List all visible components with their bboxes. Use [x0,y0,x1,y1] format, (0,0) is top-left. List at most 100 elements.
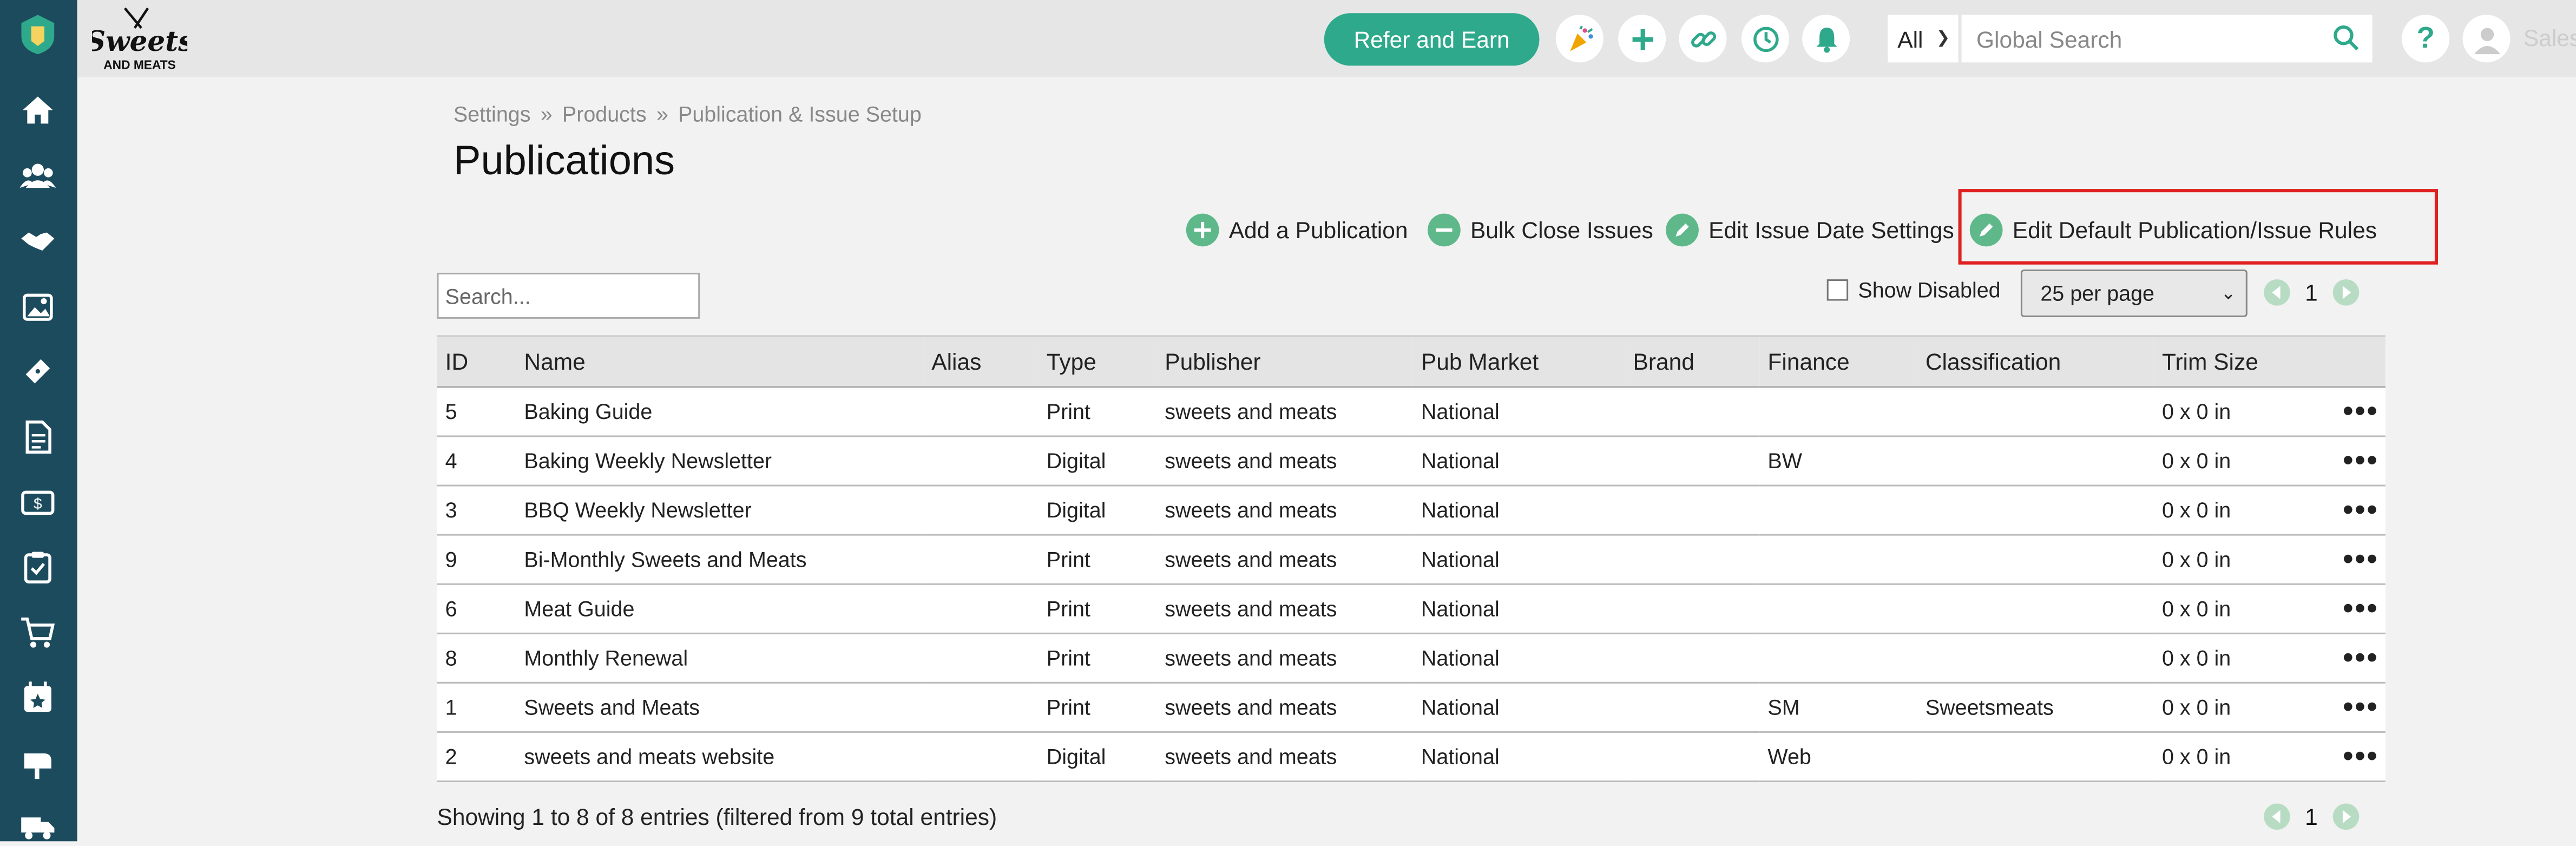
breadcrumb-products[interactable]: Products [562,102,647,127]
table-row[interactable]: 6 Meat Guide Print sweets and meats National… [437,584,2386,634]
row-menu-icon[interactable]: ••• [2323,584,2386,634]
table-row[interactable]: 4 Baking Weekly Newsletter Digital sweets a… [437,436,2386,487]
search-scope-select[interactable]: All ❯ [1888,15,1959,63]
finance-icon[interactable]: $ [18,483,57,522]
next-page-icon[interactable] [2332,803,2359,830]
row-menu-icon[interactable]: ••• [2323,535,2386,585]
cell-classification [1917,486,2154,536]
handshake-icon[interactable] [18,222,57,261]
cell-publisher: sweets and meats [1156,732,1413,782]
add-publication-label: Add a Publication [1228,217,1408,244]
column-header-publisher[interactable]: Publisher [1156,335,1413,388]
minus-circle-icon [1428,213,1461,247]
brand-logo[interactable]: Sweets AND MEATS [92,5,187,74]
table-row[interactable]: 9 Bi-Monthly Sweets and Meats Print sweets … [437,535,2386,585]
cell-name: Bi-Monthly Sweets and Meats [516,535,924,585]
per-page-select[interactable]: 25 per page ⌄ [2020,269,2248,317]
bulk-close-issues-button[interactable]: Bulk Close Issues [1428,213,1653,247]
cell-pub-market: National [1412,386,1625,437]
brand-top-text: Sweets [92,25,187,58]
cell-classification [1917,436,2154,487]
cell-alias [923,535,1039,585]
user-avatar[interactable] [2462,15,2511,63]
clipboard-check-icon[interactable] [18,547,57,587]
column-header-id[interactable]: ID [437,335,516,388]
row-menu-icon[interactable]: ••• [2323,486,2386,536]
table-row[interactable]: 5 Baking Guide Print sweets and meats Nation… [437,386,2386,437]
cell-alias [923,386,1039,437]
calendar-star-icon[interactable] [18,677,57,717]
row-menu-icon[interactable]: ••• [2323,436,2386,487]
home-icon[interactable] [18,90,57,130]
column-header-brand[interactable]: Brand [1625,335,1760,388]
cell-name: Baking Weekly Newsletter [516,436,924,487]
cell-trim-size: 0 x 0 in [2153,436,2323,487]
edit-issue-date-settings-button[interactable]: Edit Issue Date Settings [1666,213,1954,247]
page-number[interactable]: 1 [2305,803,2318,830]
search-icon[interactable] [2333,25,2360,51]
refer-and-earn-button[interactable]: Refer and Earn [1324,13,1540,66]
column-header-trim-size[interactable]: Trim Size [2153,335,2323,388]
row-menu-icon[interactable]: ••• [2323,633,2386,684]
column-header-pub-market[interactable]: Pub Market [1412,335,1625,388]
user-icon [2473,27,2500,54]
column-header-name[interactable]: Name [516,335,924,388]
column-header-classification[interactable]: Classification [1917,335,2154,388]
cell-name: Baking Guide [516,386,924,437]
global-search-input[interactable] [1961,15,2373,63]
table-row[interactable]: 1 Sweets and Meats Print sweets and meats Na… [437,683,2386,733]
cell-finance [1759,486,1917,536]
table-row[interactable]: 2 sweets and meats website Digital sweets a… [437,732,2386,782]
cell-publisher: sweets and meats [1156,633,1413,684]
document-icon[interactable] [18,417,57,457]
bell-icon[interactable] [1802,15,1850,63]
cell-alias [923,436,1039,487]
cell-id: 9 [437,535,516,585]
add-publication-button[interactable]: Add a Publication [1186,213,1408,247]
image-gallery-icon[interactable] [18,287,57,327]
mailbox-icon[interactable] [18,743,57,782]
cell-pub-market: National [1412,436,1625,487]
row-menu-icon[interactable]: ••• [2323,732,2386,782]
cell-type: Digital [1038,732,1157,782]
user-name-label[interactable]: Sales [2524,25,2576,51]
show-disabled-checkbox[interactable] [1826,279,1849,301]
cell-classification [1917,386,2154,437]
cart-icon[interactable] [18,613,57,652]
show-disabled-toggle[interactable]: Show Disabled [1826,278,2001,303]
cell-classification [1917,535,2154,585]
prev-page-icon[interactable] [2264,279,2290,306]
breadcrumb-separator: » [540,102,553,127]
row-menu-icon[interactable]: ••• [2323,386,2386,437]
next-page-icon[interactable] [2332,279,2359,306]
breadcrumb-settings[interactable]: Settings [454,102,531,127]
table-search-input[interactable] [437,272,700,319]
svg-text:$: $ [34,495,42,512]
cell-type: Print [1038,633,1157,684]
chevron-down-icon: ❯ [1936,29,1950,48]
table-row[interactable]: 8 Monthly Renewal Print sweets and meats Nat… [437,633,2386,684]
cell-finance: BW [1759,436,1917,487]
row-menu-icon[interactable]: ••• [2323,683,2386,733]
link-icon[interactable] [1679,15,1727,63]
app-logo-icon[interactable] [18,13,57,56]
cell-publisher: sweets and meats [1156,584,1413,634]
party-popper-icon[interactable] [1555,15,1604,63]
page-title: Publications [453,137,675,184]
highlight-box [1958,189,2438,265]
column-header-alias[interactable]: Alias [923,335,1039,388]
table-row[interactable]: 3 BBQ Weekly Newsletter Digital sweets and … [437,486,2386,536]
help-icon[interactable]: ? [2402,15,2450,63]
plus-icon[interactable] [1618,15,1666,63]
page-number[interactable]: 1 [2305,279,2318,306]
history-icon[interactable] [1741,15,1789,63]
prev-page-icon[interactable] [2264,803,2290,830]
cell-id: 5 [437,386,516,437]
cell-alias [923,486,1039,536]
column-header-type[interactable]: Type [1038,335,1157,388]
people-icon[interactable] [18,156,57,195]
column-header-finance[interactable]: Finance [1759,335,1917,388]
ticket-icon[interactable] [18,352,57,391]
cell-type: Print [1038,584,1157,634]
truck-icon[interactable] [18,807,57,846]
